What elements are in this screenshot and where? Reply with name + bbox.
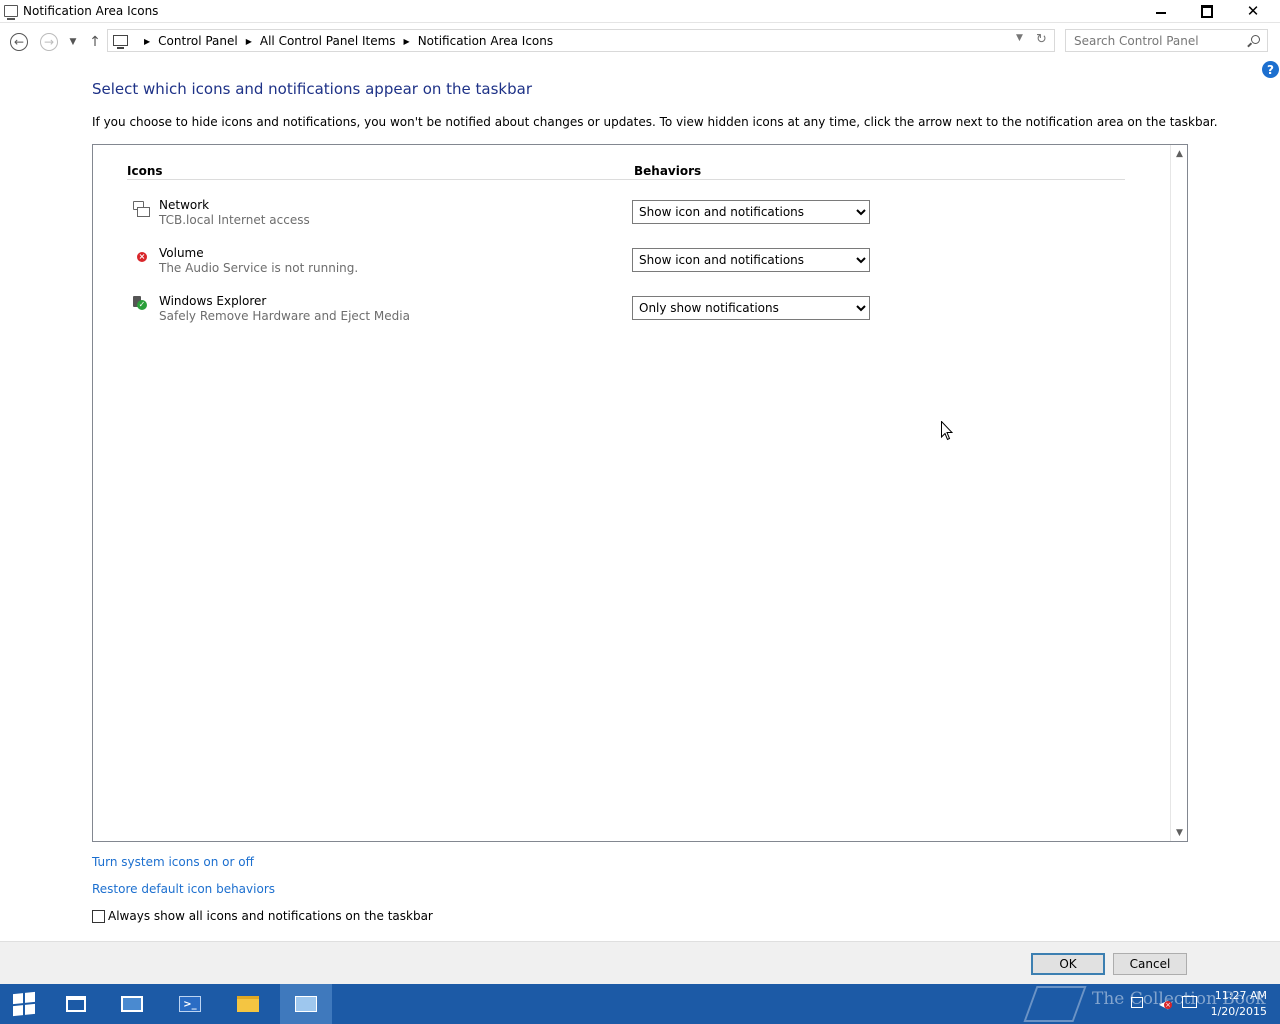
item-name: Windows Explorer: [159, 294, 267, 308]
maximize-button[interactable]: [1184, 0, 1230, 22]
page-title: Select which icons and notifications app…: [92, 80, 532, 98]
taskbar-powershell[interactable]: >_: [164, 984, 216, 1024]
search-input[interactable]: [1066, 30, 1246, 51]
restore-default-behaviors-link[interactable]: Restore default icon behaviors: [92, 882, 275, 896]
network-icon: [133, 201, 150, 217]
powershell-icon: >_: [179, 996, 201, 1012]
tray-action-center-icon[interactable]: [1182, 996, 1197, 1008]
vertical-scrollbar[interactable]: ▲ ▼: [1170, 145, 1187, 841]
item-name: Volume: [159, 246, 204, 260]
clock-time: 11:27 AM: [1214, 989, 1267, 1002]
computer-icon: [113, 35, 128, 49]
help-icon[interactable]: ?: [1262, 61, 1279, 78]
ok-button[interactable]: OK: [1031, 953, 1105, 975]
cancel-button[interactable]: Cancel: [1113, 953, 1187, 975]
item-status: Safely Remove Hardware and Eject Media: [159, 309, 410, 323]
item-name: Network: [159, 198, 210, 212]
taskbar: >_ The Collection Book ◀ 11:27 AM 1/20/2…: [0, 984, 1280, 1024]
tray-network-icon[interactable]: [1131, 997, 1143, 1008]
taskbar-control-panel[interactable]: [280, 984, 332, 1024]
close-icon: ✕: [1246, 2, 1260, 20]
icons-list-panel: Icons Behaviors Network TCB.local Intern…: [92, 144, 1188, 842]
breadcrumb-separator-icon[interactable]: ▶: [246, 37, 252, 46]
folder-icon: [237, 996, 259, 1012]
dialog-footer: OK Cancel: [0, 941, 1280, 984]
clock-date: 1/20/2015: [1210, 1005, 1267, 1018]
list-item-windows-explorer: Windows Explorer Safely Remove Hardware …: [127, 293, 1077, 333]
start-button[interactable]: [0, 984, 48, 1024]
taskbar-task-view[interactable]: [50, 984, 102, 1024]
close-button[interactable]: ✕: [1230, 0, 1276, 22]
always-show-label[interactable]: Always show all icons and notifications …: [108, 909, 433, 923]
scroll-up-icon[interactable]: ▲: [1171, 145, 1188, 162]
minimize-button[interactable]: [1138, 0, 1184, 22]
item-status: The Audio Service is not running.: [159, 261, 359, 275]
breadcrumb: ▶ Control Panel ▶ All Control Panel Item…: [136, 34, 553, 48]
search-box[interactable]: [1065, 29, 1268, 52]
list-item-network: Network TCB.local Internet access Show i…: [127, 197, 1077, 237]
tray-volume-error-icon[interactable]: ◀: [1159, 997, 1172, 1011]
scroll-down-icon[interactable]: ▼: [1171, 824, 1188, 841]
control-panel-icon: [4, 5, 18, 20]
server-manager-icon: [121, 996, 143, 1012]
watermark-book-icon: [1023, 986, 1087, 1022]
safely-remove-hardware-icon: [133, 296, 147, 310]
taskbar-server-manager[interactable]: [106, 984, 158, 1024]
address-bar[interactable]: ▶ Control Panel ▶ All Control Panel Item…: [107, 29, 1055, 52]
task-view-icon: [66, 996, 86, 1012]
list-item-volume: × Volume The Audio Service is not runnin…: [127, 245, 1077, 285]
refresh-icon[interactable]: ↻: [1036, 32, 1047, 47]
always-show-checkbox-row[interactable]: Always show all icons and notifications …: [92, 909, 433, 923]
recent-locations-button[interactable]: ▼: [64, 33, 82, 51]
taskbar-file-explorer[interactable]: [222, 984, 274, 1024]
breadcrumb-control-panel[interactable]: Control Panel: [158, 34, 238, 48]
control-panel-icon: [295, 996, 317, 1012]
up-button[interactable]: ↑: [86, 33, 104, 51]
taskbar-clock[interactable]: 11:27 AM 1/20/2015: [1205, 988, 1267, 1020]
breadcrumb-all-items[interactable]: All Control Panel Items: [260, 34, 396, 48]
always-show-checkbox[interactable]: [92, 909, 105, 923]
breadcrumb-separator-icon[interactable]: ▶: [404, 37, 410, 46]
volume-error-icon: ×: [137, 252, 147, 262]
item-status: TCB.local Internet access: [159, 213, 310, 227]
behavior-select-windows-explorer[interactable]: Only show notifications Show icon and no…: [632, 296, 870, 320]
column-header-behaviors: Behaviors: [634, 164, 702, 178]
page-description: If you choose to hide icons and notifica…: [92, 115, 1218, 129]
windows-logo-icon: [13, 991, 35, 1017]
title-bar: Notification Area Icons ✕: [0, 0, 1280, 23]
breadcrumb-separator-icon[interactable]: ▶: [144, 37, 150, 46]
header-divider: [127, 179, 1125, 180]
window-title: Notification Area Icons: [23, 4, 159, 18]
forward-button[interactable]: →: [40, 33, 58, 51]
back-button[interactable]: ←: [10, 33, 28, 51]
address-history-dropdown-icon[interactable]: ▼: [1016, 33, 1023, 43]
search-icon[interactable]: [1251, 35, 1260, 44]
behavior-select-network[interactable]: Show icon and notifications Hide icon an…: [632, 200, 870, 224]
column-header-icons: Icons: [127, 164, 163, 178]
breadcrumb-notification-area-icons[interactable]: Notification Area Icons: [418, 34, 553, 48]
behavior-select-volume[interactable]: Show icon and notifications Hide icon an…: [632, 248, 870, 272]
turn-system-icons-link[interactable]: Turn system icons on or off: [92, 855, 254, 869]
navigation-bar: ← → ▼ ↑ ▶ Control Panel ▶ All Control Pa…: [0, 23, 1280, 58]
